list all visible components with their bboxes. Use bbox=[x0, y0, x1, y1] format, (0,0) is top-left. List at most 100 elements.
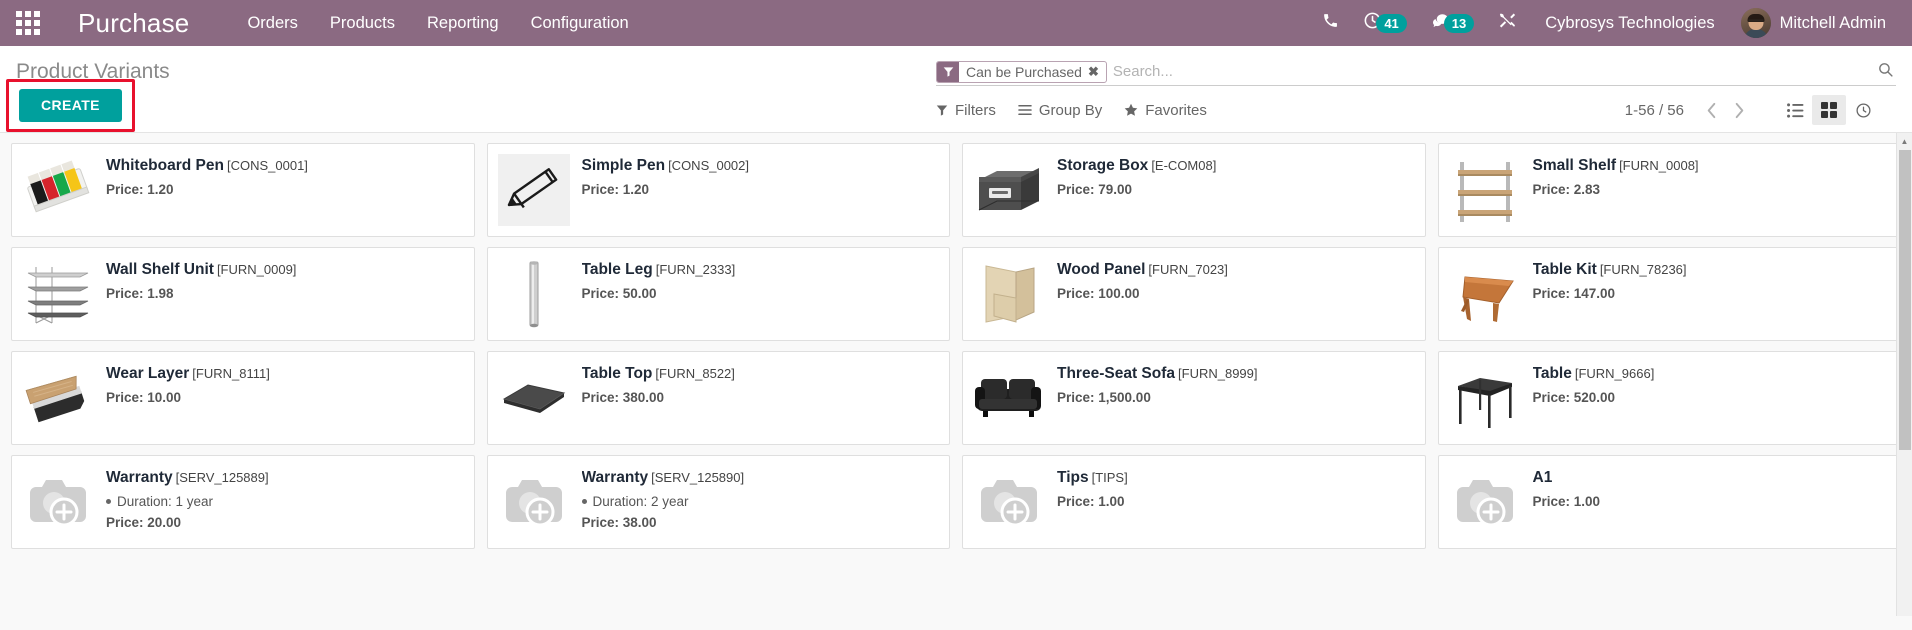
product-name: Simple Pen [CONS_0002] bbox=[581, 157, 750, 174]
product-price: Price: 1.20 bbox=[106, 182, 174, 197]
kanban-card-body: Wood Panel [FURN_7023] Price: 100.00 bbox=[1057, 258, 1413, 330]
apps-menu-button[interactable] bbox=[0, 0, 56, 46]
kanban-card-body: Wall Shelf Unit [FURN_0009] Price: 1.98 bbox=[106, 258, 462, 330]
kanban-card[interactable]: Table [FURN_9666] Price: 520.00 bbox=[1437, 351, 1901, 445]
product-price: Price: 1.20 bbox=[581, 182, 650, 197]
product-internal-reference: [FURN_78236] bbox=[1599, 262, 1687, 277]
messaging-menu-button[interactable]: 13 bbox=[1421, 6, 1484, 41]
product-name: A1 bbox=[1532, 469, 1553, 486]
product-name: Table Kit [FURN_78236] bbox=[1532, 261, 1687, 278]
kanban-card[interactable]: Warranty [SERV_125890] Duration: 2 year Pri… bbox=[486, 455, 950, 549]
kanban-card-body: Wear Layer [FURN_8111] Price: 10.00 bbox=[106, 362, 462, 434]
variant-label: Duration: 2 year bbox=[592, 494, 689, 509]
pager-value: 1-56 / 56 bbox=[1624, 101, 1684, 119]
product-price: Price: 520.00 bbox=[1532, 390, 1616, 405]
product-name: Storage Box [E-COM08] bbox=[1057, 157, 1217, 174]
placeholder-camera-image bbox=[973, 466, 1045, 538]
favorites-dropdown[interactable]: Favorites bbox=[1124, 102, 1207, 119]
close-x-icon[interactable]: ✖ bbox=[1088, 64, 1106, 80]
filters-label: Filters bbox=[955, 101, 996, 119]
phone-icon bbox=[1322, 12, 1339, 34]
placeholder-camera-image bbox=[1449, 466, 1521, 538]
kanban-card[interactable]: Table Leg [FURN_2333] Price: 50.00 bbox=[486, 247, 950, 341]
menu-item-reporting[interactable]: Reporting bbox=[415, 8, 511, 39]
kanban-card-body: Table Kit [FURN_78236] Price: 147.00 bbox=[1533, 258, 1889, 330]
magnifier-icon[interactable] bbox=[1869, 61, 1896, 83]
create-button-highlight: CREATE bbox=[6, 79, 135, 132]
wrench-screwdriver-icon bbox=[1498, 11, 1517, 35]
main-menu: Orders Products Reporting Configuration bbox=[235, 8, 640, 39]
vertical-scrollbar[interactable]: ▲ bbox=[1896, 133, 1912, 616]
list-view-icon[interactable] bbox=[1778, 95, 1812, 125]
chevron-right-icon[interactable] bbox=[1726, 96, 1752, 124]
kanban-card[interactable]: Storage Box [E-COM08] Price: 79.00 bbox=[962, 143, 1426, 237]
favorites-label: Favorites bbox=[1145, 101, 1207, 119]
product-price: Price: 38.00 bbox=[581, 515, 657, 530]
scroll-up-arrow-icon[interactable]: ▲ bbox=[1897, 133, 1912, 149]
search-input[interactable] bbox=[1112, 59, 1869, 84]
kanban-card-body: Storage Box [E-COM08] Price: 79.00 bbox=[1057, 154, 1413, 226]
apps-grid-icon bbox=[16, 11, 40, 35]
product-name: Table [FURN_9666] bbox=[1532, 365, 1655, 382]
kanban-card[interactable]: Small Shelf [FURN_0008] Price: 2.83 bbox=[1437, 143, 1901, 237]
kanban-card-body: Simple Pen [CONS_0002] Price: 1.20 bbox=[582, 154, 938, 226]
kanban-card[interactable]: Table Kit [FURN_78236] Price: 147.00 bbox=[1437, 247, 1901, 341]
user-menu-button[interactable]: Mitchell Admin bbox=[1733, 4, 1896, 42]
product-name: Wood Panel [FURN_7023] bbox=[1057, 261, 1228, 278]
filters-dropdown[interactable]: Filters bbox=[936, 102, 996, 119]
kanban-card[interactable]: Warranty [SERV_125889] Duration: 1 year Pri… bbox=[11, 455, 475, 549]
kanban-view-icon[interactable] bbox=[1812, 95, 1846, 125]
facet-label: Can be Purchased bbox=[966, 63, 1082, 80]
menu-item-orders[interactable]: Orders bbox=[235, 8, 309, 39]
product-internal-reference: [FURN_8111] bbox=[192, 366, 270, 381]
app-brand-purchase[interactable]: Purchase bbox=[78, 8, 189, 39]
kanban-card[interactable]: Wood Panel [FURN_7023] Price: 100.00 bbox=[962, 247, 1426, 341]
group-by-dropdown[interactable]: Group By bbox=[1018, 102, 1102, 119]
search-facet-can-be-purchased[interactable]: Can be Purchased ✖ bbox=[936, 60, 1107, 83]
table-image bbox=[1449, 362, 1521, 434]
kanban-card[interactable]: Wear Layer [FURN_8111] Price: 10.00 bbox=[11, 351, 475, 445]
kanban-card[interactable]: Three-Seat Sofa [FURN_8999] Price: 1,500.0… bbox=[962, 351, 1426, 445]
product-name: Warranty [SERV_125889] bbox=[106, 469, 269, 486]
product-name: Table Leg [FURN_2333] bbox=[581, 261, 736, 278]
kanban-card-body: Warranty [SERV_125889] Duration: 1 year Pri… bbox=[106, 466, 462, 538]
kanban-card-body: Table Top [FURN_8522] Price: 380.00 bbox=[582, 362, 938, 434]
product-name: Whiteboard Pen [CONS_0001] bbox=[106, 157, 308, 174]
company-switcher[interactable]: Cybrosys Technologies bbox=[1531, 8, 1728, 39]
product-price: Price: 380.00 bbox=[581, 390, 665, 405]
create-button[interactable]: CREATE bbox=[19, 89, 122, 122]
kanban-card[interactable]: Whiteboard Pen [CONS_0001] Price: 1.20 bbox=[11, 143, 475, 237]
kanban-card[interactable]: A1 Price: 1.00 bbox=[1437, 455, 1901, 549]
menu-item-configuration[interactable]: Configuration bbox=[519, 8, 641, 39]
product-name: Three-Seat Sofa [FURN_8999] bbox=[1057, 365, 1258, 382]
kanban-record-grid: Whiteboard Pen [CONS_0001] Price: 1.20 Sim… bbox=[0, 133, 1912, 616]
wall-shelf-unit-image bbox=[22, 258, 94, 330]
chevron-left-icon[interactable] bbox=[1698, 96, 1724, 124]
menu-item-products[interactable]: Products bbox=[318, 8, 407, 39]
debug-menu-button[interactable] bbox=[1488, 5, 1527, 41]
kanban-card[interactable]: Tips [TIPS] Price: 1.00 bbox=[962, 455, 1426, 549]
activity-menu-button[interactable]: 41 bbox=[1353, 5, 1416, 41]
kanban-card[interactable]: Wall Shelf Unit [FURN_0009] Price: 1.98 bbox=[11, 247, 475, 341]
product-internal-reference: [SERV_125889] bbox=[175, 470, 269, 485]
control-panel-tools: 1-56 / 56 bbox=[1625, 95, 1880, 125]
kanban-card[interactable]: Table Top [FURN_8522] Price: 380.00 bbox=[486, 351, 950, 445]
hamburger-lines-icon bbox=[1018, 104, 1032, 116]
product-internal-reference: [FURN_0008] bbox=[1619, 158, 1699, 173]
control-panel-bottom-row: Filters Group By Favorites 1-56 / 56 bbox=[936, 88, 1896, 132]
product-name: Warranty [SERV_125890] bbox=[581, 469, 745, 486]
kanban-card-body: Warranty [SERV_125890] Duration: 2 year Pri… bbox=[581, 466, 938, 538]
bullet-dot-icon bbox=[581, 499, 587, 504]
kanban-card-body: Small Shelf [FURN_0008] Price: 2.83 bbox=[1533, 154, 1889, 226]
scrollbar-thumb[interactable] bbox=[1899, 150, 1911, 450]
kanban-card-body: Tips [TIPS] Price: 1.00 bbox=[1057, 466, 1413, 538]
variant-label: Duration: 1 year bbox=[117, 494, 214, 509]
product-internal-reference: [FURN_8522] bbox=[655, 366, 735, 381]
activity-clock-icon[interactable] bbox=[1846, 95, 1880, 125]
phone-button[interactable] bbox=[1312, 6, 1349, 40]
table-top-image bbox=[498, 362, 570, 434]
kanban-card[interactable]: Simple Pen [CONS_0002] Price: 1.20 bbox=[486, 143, 950, 237]
kanban-card-body: Whiteboard Pen [CONS_0001] Price: 1.20 bbox=[106, 154, 462, 226]
product-price: Price: 100.00 bbox=[1057, 286, 1140, 301]
star-icon bbox=[1124, 103, 1138, 117]
